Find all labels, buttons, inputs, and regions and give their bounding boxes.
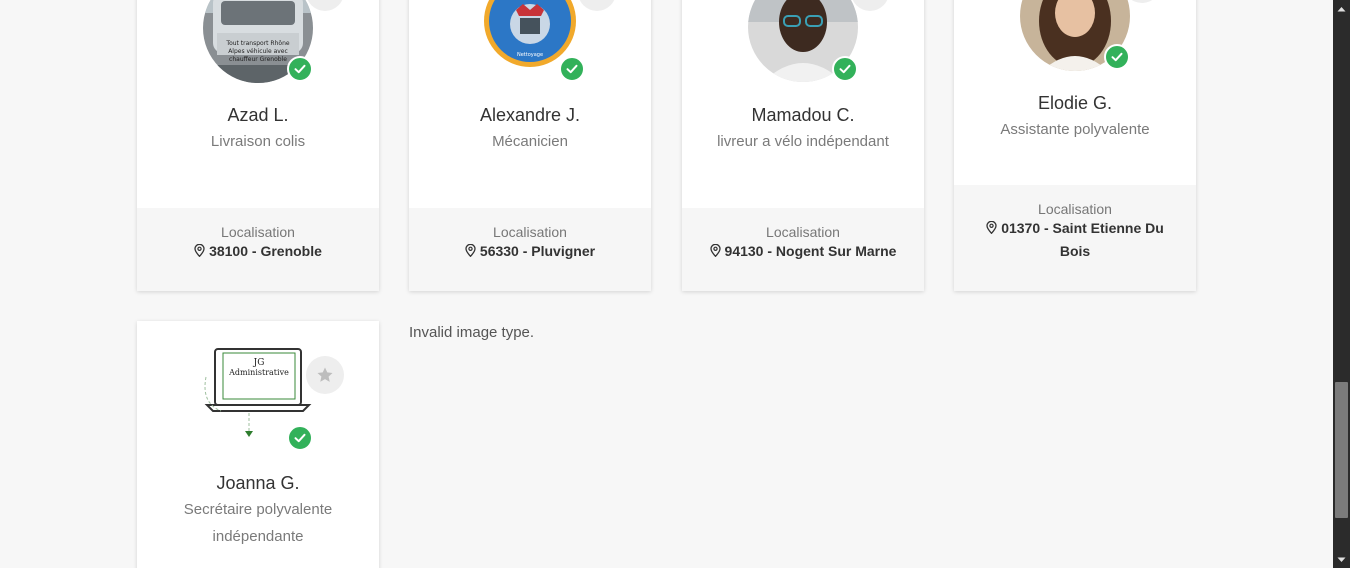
- location-text: 01370 - Saint Etienne Du Bois: [1001, 220, 1164, 259]
- svg-text:JG: JG: [253, 358, 265, 368]
- profile-job: Secrétaire polyvalente indépendante: [183, 501, 333, 545]
- svg-text:Alpes véhicule avec: Alpes véhicule avec: [228, 48, 288, 55]
- profile-card[interactable]: BZH AUTO REDO Nettoyage Alexandre J. Méc…: [409, 0, 651, 291]
- profile-card[interactable]: Elodie G. Assistante polyvalente Localis…: [954, 0, 1196, 291]
- favorite-star-icon[interactable]: [1123, 0, 1161, 3]
- location-label: Localisation: [1038, 201, 1112, 217]
- favorite-star-icon[interactable]: [851, 0, 889, 11]
- location-section: Localisation 94130 - Nogent Sur Marne: [682, 208, 924, 291]
- profile-job: Mécanicien: [492, 133, 568, 150]
- profile-job: Assistante polyvalente: [1000, 121, 1150, 138]
- location-value: 56330 - Pluvigner: [409, 240, 651, 263]
- profile-card[interactable]: JG Administrative Joanna G. Secrétaire p…: [137, 321, 379, 568]
- svg-text:Tout transport Rhône: Tout transport Rhône: [225, 40, 289, 47]
- location-value: 94130 - Nogent Sur Marne: [682, 240, 924, 263]
- scroll-up-icon[interactable]: [1333, 0, 1350, 17]
- map-pin-icon: [986, 221, 997, 234]
- scroll-thumb[interactable]: [1335, 382, 1348, 518]
- location-text: 56330 - Pluvigner: [479, 243, 596, 259]
- profile-card[interactable]: Mamadou C. livreur a vélo indépendant Lo…: [682, 0, 924, 291]
- location-label: Localisation: [221, 224, 295, 240]
- favorite-star-icon[interactable]: [306, 0, 344, 11]
- profile-name: Alexandre J.: [479, 105, 581, 125]
- favorite-star-icon[interactable]: [578, 0, 616, 11]
- map-pin-icon: [465, 244, 476, 257]
- page-scrollbar[interactable]: [1333, 0, 1350, 568]
- location-text: 38100 - Grenoble: [209, 243, 322, 259]
- svg-text:chauffeur Grenoble: chauffeur Grenoble: [229, 56, 287, 63]
- verified-check-icon: [559, 56, 585, 82]
- svg-text:Administrative: Administrative: [228, 368, 289, 377]
- location-text: 94130 - Nogent Sur Marne: [724, 243, 897, 259]
- profile-card[interactable]: Tout transport Rhône Alpes véhicule avec…: [137, 0, 379, 291]
- profile-name: Elodie G.: [1037, 93, 1113, 113]
- location-label: Localisation: [493, 224, 567, 240]
- scroll-down-icon[interactable]: [1333, 551, 1350, 568]
- profile-name: Azad L.: [227, 105, 289, 125]
- profile-name: Mamadou C.: [751, 105, 855, 125]
- location-section: Localisation 38100 - Grenoble: [137, 208, 379, 291]
- svg-text:Nettoyage: Nettoyage: [517, 52, 543, 58]
- location-value: 38100 - Grenoble: [137, 240, 379, 263]
- location-label: Localisation: [766, 224, 840, 240]
- location-value: 01370 - Saint Etienne Du Bois: [954, 217, 1196, 263]
- profile-name: Joanna G.: [216, 473, 300, 493]
- verified-check-icon: [1104, 44, 1130, 70]
- map-pin-icon: [194, 244, 205, 257]
- verified-check-icon: [287, 56, 313, 82]
- map-pin-icon: [709, 244, 721, 257]
- invalid-image-message: Invalid image type.: [409, 324, 535, 341]
- favorite-star-icon[interactable]: [306, 356, 344, 394]
- verified-check-icon: [287, 425, 313, 451]
- location-section: Localisation 01370 - Saint Etienne Du Bo…: [954, 185, 1196, 291]
- verified-check-icon: [832, 56, 858, 82]
- profile-job: livreur a vélo indépendant: [717, 133, 889, 150]
- location-section: Localisation 56330 - Pluvigner: [409, 208, 651, 291]
- profile-job: Livraison colis: [210, 133, 306, 150]
